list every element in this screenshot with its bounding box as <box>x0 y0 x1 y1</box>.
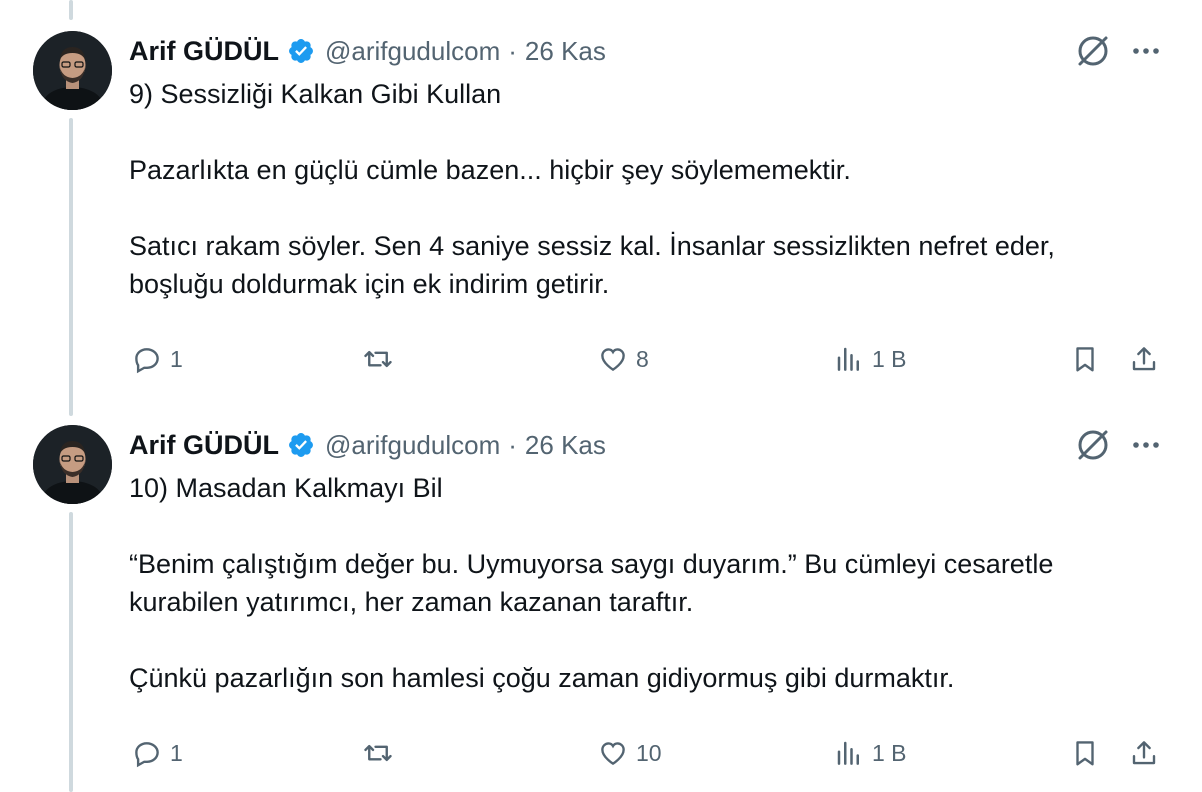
views-count: 1 B <box>872 739 907 766</box>
views-count: 1 B <box>872 345 907 372</box>
retweet-icon <box>364 350 392 368</box>
retweet-icon <box>364 744 392 762</box>
more-icon[interactable] <box>1126 31 1166 71</box>
bookmark-button[interactable] <box>1070 339 1100 379</box>
share-icon <box>1132 347 1156 371</box>
tweet-text: 9) Sessizliği Kalkan Gibi Kullan Pazarlı… <box>129 75 1139 303</box>
share-button[interactable] <box>1129 339 1159 379</box>
avatar[interactable] <box>33 425 112 504</box>
action-bar: 1 8 1 B <box>0 339 1202 379</box>
views-icon <box>837 347 859 371</box>
reply-count: 1 <box>170 345 183 372</box>
tweet-title: 9) Sessizliği Kalkan Gibi Kullan <box>129 79 502 109</box>
like-button[interactable]: 10 <box>598 733 662 773</box>
reply-button[interactable]: 1 <box>132 339 183 379</box>
verified-badge-icon <box>287 431 315 459</box>
retweet-button[interactable] <box>363 733 401 773</box>
grok-icon[interactable] <box>1073 425 1113 465</box>
reply-icon <box>135 348 159 374</box>
like-button[interactable]: 8 <box>598 339 649 379</box>
author-name[interactable]: Arif GÜDÜL <box>129 430 279 461</box>
verified-badge-icon <box>287 37 315 65</box>
timestamp[interactable]: 26 Kas <box>525 36 606 67</box>
tweet-paragraph: Pazarlıkta en güçlü cümle bazen... hiçbi… <box>129 155 851 185</box>
tweet-paragraph: Satıcı rakam söyler. Sen 4 saniye sessiz… <box>129 231 1063 299</box>
views-button[interactable]: 1 B <box>834 339 907 379</box>
separator: · <box>508 429 517 460</box>
tweet-paragraph: Çünkü pazarlığın son hamlesi çoğu zaman … <box>129 663 955 693</box>
author-name[interactable]: Arif GÜDÜL <box>129 36 279 67</box>
bookmark-button[interactable] <box>1070 733 1100 773</box>
like-count: 8 <box>636 345 649 372</box>
separator: · <box>508 35 517 66</box>
retweet-button[interactable] <box>363 339 401 379</box>
tweet-paragraph: “Benim çalıştığım değer bu. Uymuyorsa sa… <box>129 549 1061 617</box>
timestamp[interactable]: 26 Kas <box>525 430 606 461</box>
author-handle[interactable]: @arifgudulcom <box>325 430 500 461</box>
tweet-header: Arif GÜDÜL @arifgudulcom · 26 Kas <box>129 33 606 69</box>
tweet-text: 10) Masadan Kalkmayı Bil “Benim çalıştığ… <box>129 469 1139 697</box>
share-button[interactable] <box>1129 733 1159 773</box>
reply-icon <box>135 742 159 768</box>
heart-icon <box>601 348 625 372</box>
thread-line-top <box>69 0 73 20</box>
like-count: 10 <box>636 739 662 766</box>
tweet-title: 10) Masadan Kalkmayı Bil <box>129 473 443 503</box>
reply-count: 1 <box>170 739 183 766</box>
avatar[interactable] <box>33 31 112 110</box>
bookmark-icon <box>1076 347 1094 372</box>
tweet[interactable]: Arif GÜDÜL @arifgudulcom · 26 Kas 10) Ma… <box>0 425 1202 792</box>
reply-button[interactable]: 1 <box>132 733 183 773</box>
views-icon <box>837 741 859 765</box>
views-button[interactable]: 1 B <box>834 733 907 773</box>
tweet-header: Arif GÜDÜL @arifgudulcom · 26 Kas <box>129 427 606 463</box>
share-icon <box>1132 741 1156 765</box>
heart-icon <box>601 742 625 766</box>
grok-icon[interactable] <box>1073 31 1113 71</box>
more-icon[interactable] <box>1126 425 1166 465</box>
bookmark-icon <box>1076 741 1094 766</box>
author-handle[interactable]: @arifgudulcom <box>325 36 500 67</box>
tweet[interactable]: Arif GÜDÜL @arifgudulcom · 26 Kas 9) Ses… <box>0 31 1202 391</box>
action-bar: 1 10 1 B <box>0 733 1202 773</box>
